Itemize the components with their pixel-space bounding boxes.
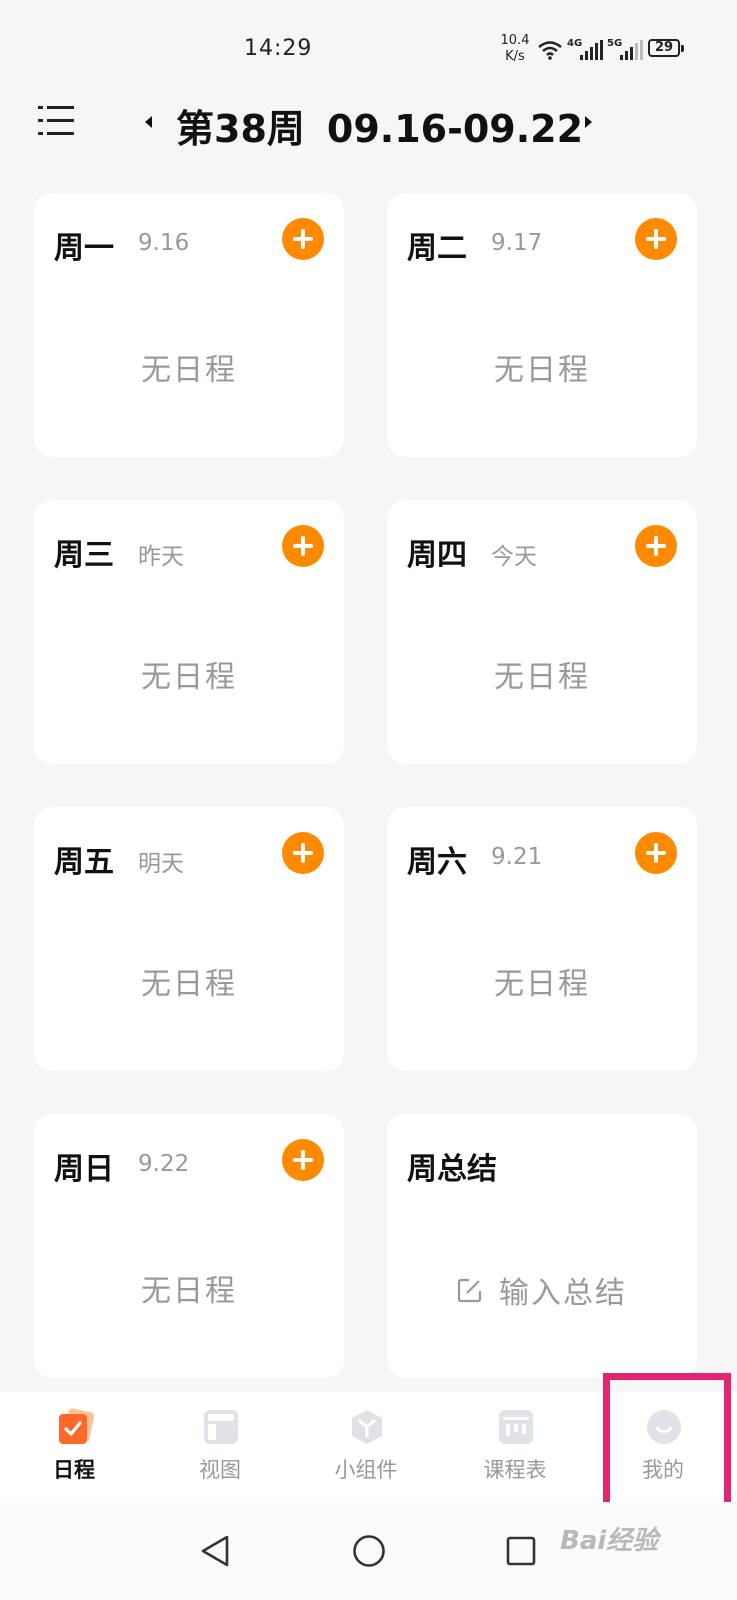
nav-tab-view[interactable]: 视图 (160, 1392, 280, 1502)
system-back-button[interactable] (190, 1526, 240, 1576)
empty-schedule-text: 无日程 (494, 967, 590, 1002)
layout-view-icon (204, 1410, 238, 1444)
timetable-icon (499, 1410, 533, 1444)
add-schedule-button[interactable] (635, 525, 677, 567)
empty-schedule-text: 无日程 (494, 353, 590, 388)
card-date-label: 今天 (491, 544, 537, 570)
summary-input[interactable]: 输入总结 (387, 1268, 697, 1312)
day-card-friday[interactable]: 周五 明天 无日程 (34, 807, 344, 1071)
card-day-label: 周三 (54, 538, 114, 573)
nav-label: 小组件 (334, 1458, 398, 1482)
nav-tab-widgets[interactable]: 小组件 (306, 1392, 426, 1502)
card-day-label: 周一 (54, 231, 114, 266)
wifi-icon (538, 41, 562, 60)
day-card-wednesday[interactable]: 周三 昨天 无日程 (34, 500, 344, 764)
nav-tab-timetable[interactable]: 课程表 (455, 1392, 575, 1502)
add-schedule-button[interactable] (282, 1139, 324, 1181)
empty-schedule-text: 无日程 (141, 967, 237, 1002)
chevron-right-icon (584, 116, 592, 128)
week-title: 第38周 09.16-09.22 (176, 98, 583, 153)
add-schedule-button[interactable] (635, 218, 677, 260)
empty-schedule-text: 无日程 (141, 660, 237, 695)
system-recents-button[interactable] (496, 1526, 546, 1576)
empty-schedule-text: 无日程 (141, 353, 237, 388)
summary-placeholder: 输入总结 (499, 1276, 627, 1311)
status-bar: 14:29 10.4 K/s 4G 5G 29 (0, 0, 737, 90)
card-day-label: 周五 (54, 845, 114, 880)
schedule-check-icon (59, 1408, 94, 1444)
chevron-left-icon (144, 116, 152, 128)
nav-tab-schedule[interactable]: 日程 (14, 1392, 134, 1502)
network-speed: 10.4 K/s (500, 33, 530, 64)
card-date-label: 昨天 (138, 544, 184, 570)
add-schedule-button[interactable] (282, 218, 324, 260)
add-schedule-button[interactable] (282, 525, 324, 567)
edit-icon (457, 1278, 482, 1303)
day-card-sunday[interactable]: 周日 9.22 无日程 (34, 1114, 344, 1378)
card-day-label: 周四 (407, 538, 467, 573)
add-schedule-button[interactable] (282, 832, 324, 874)
card-date-label: 明天 (138, 851, 184, 877)
day-card-tuesday[interactable]: 周二 9.17 无日程 (387, 193, 697, 457)
status-time: 14:29 (244, 36, 313, 61)
card-day-label: 周六 (407, 845, 467, 880)
nav-label: 日程 (53, 1458, 95, 1482)
recents-square-icon (506, 1536, 536, 1566)
system-home-button[interactable] (344, 1526, 394, 1576)
day-card-monday[interactable]: 周一 9.16 无日程 (34, 193, 344, 457)
empty-schedule-text: 无日程 (141, 1274, 237, 1309)
week-date-range: 09.16-09.22 (326, 107, 584, 151)
nav-label: 课程表 (483, 1458, 547, 1482)
day-card-thursday[interactable]: 周四 今天 无日程 (387, 500, 697, 764)
battery-icon: 29 (648, 39, 684, 57)
card-date-label: 9.21 (491, 844, 543, 870)
week-summary-card[interactable]: 周总结 输入总结 (387, 1114, 697, 1378)
card-day-label: 周二 (407, 231, 467, 266)
home-circle-icon (353, 1535, 385, 1567)
widget-cube-icon (352, 1410, 382, 1444)
week-number: 第38周 (176, 107, 305, 151)
sim2-signal-icon (620, 40, 643, 60)
sim1-signal-icon (580, 40, 603, 60)
day-card-saturday[interactable]: 周六 9.21 无日程 (387, 807, 697, 1071)
card-date-label: 9.16 (138, 230, 190, 256)
watermark-text: Bai经验 (560, 1526, 659, 1556)
add-schedule-button[interactable] (635, 832, 677, 874)
empty-schedule-text: 无日程 (494, 660, 590, 695)
card-day-label: 周日 (54, 1152, 114, 1187)
previous-week-button[interactable] (138, 110, 158, 134)
nav-label: 视图 (199, 1458, 241, 1482)
card-date-label: 9.17 (491, 230, 543, 256)
menu-icon[interactable] (38, 104, 74, 138)
back-triangle-icon (201, 1535, 229, 1567)
next-week-button[interactable] (578, 110, 598, 134)
summary-title: 周总结 (407, 1152, 497, 1187)
card-date-label: 9.22 (138, 1151, 190, 1177)
